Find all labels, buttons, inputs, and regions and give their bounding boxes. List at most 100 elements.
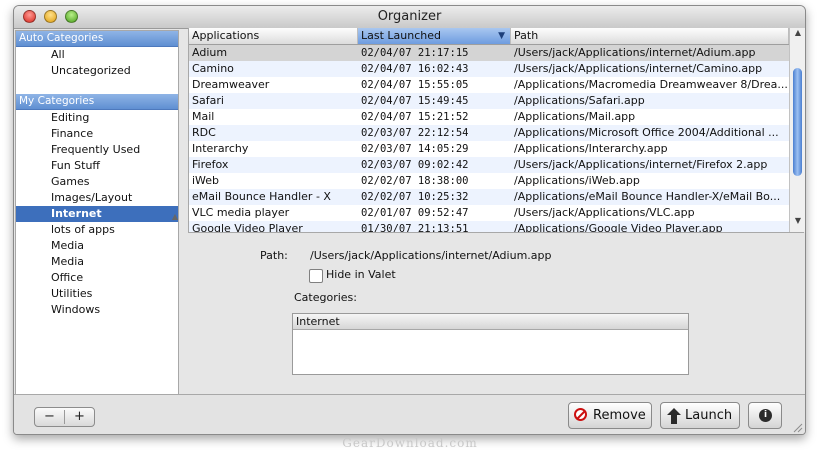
table-row[interactable]: Dreamweaver 02/04/07 15:55:05/Application… [189,77,789,93]
last-launched-cell: 02/01/07 09:52:47 [361,207,469,219]
sidebar-item-frequently-used[interactable]: Frequently Used [16,142,178,158]
watermark: GearDownload.com [342,436,478,450]
app-name-cell: Google Video Player [192,222,303,232]
path-cell: /Applications/Macromedia Dreamweaver 8/D… [514,78,788,91]
last-launched-cell: 02/04/07 15:55:05 [361,79,469,91]
last-launched-cell: 02/02/07 10:25:32 [361,191,469,203]
sidebar-item-editing[interactable]: Editing [16,110,178,126]
path-cell: /Applications/Safari.app [514,94,645,107]
path-cell: /Applications/eMail Bounce Handler-X/eMa… [514,190,781,203]
category-entry[interactable]: Internet [293,314,688,330]
last-launched-cell: 02/04/07 15:49:45 [361,95,469,107]
table-row[interactable]: Google Video Player 01/30/07 21:13:51/App… [189,221,789,232]
prohibited-icon [574,408,587,421]
sidebar-item-uncategorized[interactable]: Uncategorized [16,63,178,79]
table-body: Adium 02/04/07 21:17:15/Users/jack/Applic… [189,45,789,232]
sidebar-item-windows[interactable]: Windows [16,302,178,318]
path-cell: /Applications/iWeb.app [514,174,640,187]
remove-button[interactable]: Remove [568,402,652,429]
last-launched-cell: 02/03/07 22:12:54 [361,127,469,139]
hide-in-valet-label[interactable]: Hide in Valet [326,268,396,281]
category-sidebar: Auto Categories All Uncategorized My Cat… [15,30,179,395]
add-category-button[interactable]: + [65,408,94,426]
app-name-cell: RDC [192,126,216,139]
sidebar-item-internet[interactable]: Internet [16,206,178,222]
app-name-cell: iWeb [192,174,220,187]
remove-category-button[interactable]: − [35,408,64,426]
sidebar-item-all[interactable]: All [16,47,178,63]
table-row[interactable]: VLC media player 02/01/07 09:52:47/Users/… [189,205,789,221]
app-name-cell: Adium [192,46,228,59]
app-name-cell: VLC media player [192,206,290,219]
sort-descending-icon: ▼ [498,31,505,41]
organizer-window: Organizer Auto Categories All Uncategori… [13,5,806,435]
info-button[interactable]: i [748,402,782,429]
table-row[interactable]: eMail Bounce Handler - X 02/02/07 10:25:3… [189,189,789,205]
table-row[interactable]: Mail 02/04/07 15:21:52/Applications/Mail.… [189,109,789,125]
categories-list[interactable]: Internet [292,313,689,375]
path-cell: /Applications/Google Video Player.app [514,222,723,232]
my-categories-header: My Categories [16,94,178,110]
launch-button-label: Launch [685,408,733,423]
path-cell: /Users/jack/Applications/internet/Firefo… [514,158,768,171]
last-launched-cell: 02/02/07 18:38:00 [361,175,469,187]
app-name-cell: Safari [192,94,224,107]
sidebar-item-media[interactable]: Media [16,238,178,254]
bottom-toolbar: − + Remove Launch i [14,394,805,434]
categories-label: Categories: [294,291,357,304]
sidebar-item-media-2[interactable]: Media [16,254,178,270]
app-name-cell: Camino [192,62,234,75]
info-icon: i [759,409,772,422]
resize-grip-icon[interactable] [793,423,803,433]
path-value: /Users/jack/Applications/internet/Adium.… [310,249,552,262]
app-name-cell: Firefox [192,158,229,171]
table-row[interactable]: Camino 02/04/07 16:02:43/Users/jack/Appli… [189,61,789,77]
remove-button-label: Remove [593,408,646,423]
table-row[interactable]: Adium 02/04/07 21:17:15/Users/jack/Applic… [189,45,789,61]
column-header-last-launched[interactable]: Last Launched ▼ [358,28,511,44]
path-cell: /Users/jack/Applications/internet/Adium.… [514,46,756,59]
path-cell: /Applications/Mail.app [514,110,636,123]
column-header-last-launched-label: Last Launched [361,29,441,42]
applications-table: Applications Last Launched ▼ Path Adium 0… [188,28,805,232]
sidebar-item-finance[interactable]: Finance [16,126,178,142]
detail-panel: Path: /Users/jack/Applications/internet/… [188,232,804,395]
app-name-cell: Dreamweaver [192,78,270,91]
scrollbar-thumb[interactable] [793,68,802,176]
sidebar-item-images-layout[interactable]: Images/Layout [16,190,178,206]
sidebar-item-lots-of-apps[interactable]: lots of apps [16,222,178,238]
sidebar-item-utilities[interactable]: Utilities [16,286,178,302]
path-cell: /Users/jack/Applications/VLC.app [514,206,695,219]
table-row[interactable]: RDC 02/03/07 22:12:54/Applications/Micros… [189,125,789,141]
scroll-down-arrow-icon[interactable]: ▼ [790,216,805,225]
window-title: Organizer [377,9,442,24]
add-remove-category-control: − + [34,407,95,427]
sidebar-item-fun-stuff[interactable]: Fun Stuff [16,158,178,174]
table-row[interactable]: iWeb 02/02/07 18:38:00/Applications/iWeb.… [189,173,789,189]
column-header-applications[interactable]: Applications [189,28,358,44]
path-label: Path: [260,249,288,262]
last-launched-cell: 02/03/07 14:05:29 [361,143,469,155]
table-row[interactable]: Firefox 02/03/07 09:02:42/Users/jack/Appl… [189,157,789,173]
auto-categories-header: Auto Categories [16,31,178,47]
last-launched-cell: 02/04/07 21:17:15 [361,47,469,59]
column-header-path[interactable]: Path [511,28,789,44]
table-header: Applications Last Launched ▼ Path [189,28,789,45]
sidebar-scroll-up-icon[interactable]: ▲ [172,212,178,221]
table-row[interactable]: Interarchy 02/03/07 14:05:29/Applications… [189,141,789,157]
last-launched-cell: 02/04/07 15:21:52 [361,111,469,123]
last-launched-cell: 02/04/07 16:02:43 [361,63,469,75]
path-cell: /Applications/Microsoft Office 2004/Addi… [514,126,779,139]
table-row[interactable]: Safari 02/04/07 15:49:45/Applications/Saf… [189,93,789,109]
sidebar-item-office[interactable]: Office [16,270,178,286]
last-launched-cell: 02/03/07 09:02:42 [361,159,469,171]
path-cell: /Users/jack/Applications/internet/Camino… [514,62,763,75]
table-scrollbar[interactable]: ▲ ▼ [789,28,805,232]
up-arrow-icon [667,408,681,424]
title-bar[interactable]: Organizer [14,6,805,29]
sidebar-item-games[interactable]: Games [16,174,178,190]
hide-in-valet-checkbox[interactable] [309,269,323,283]
scroll-up-arrow-icon[interactable]: ▲ [790,28,805,37]
path-cell: /Applications/Interarchy.app [514,142,668,155]
launch-button[interactable]: Launch [660,402,740,429]
